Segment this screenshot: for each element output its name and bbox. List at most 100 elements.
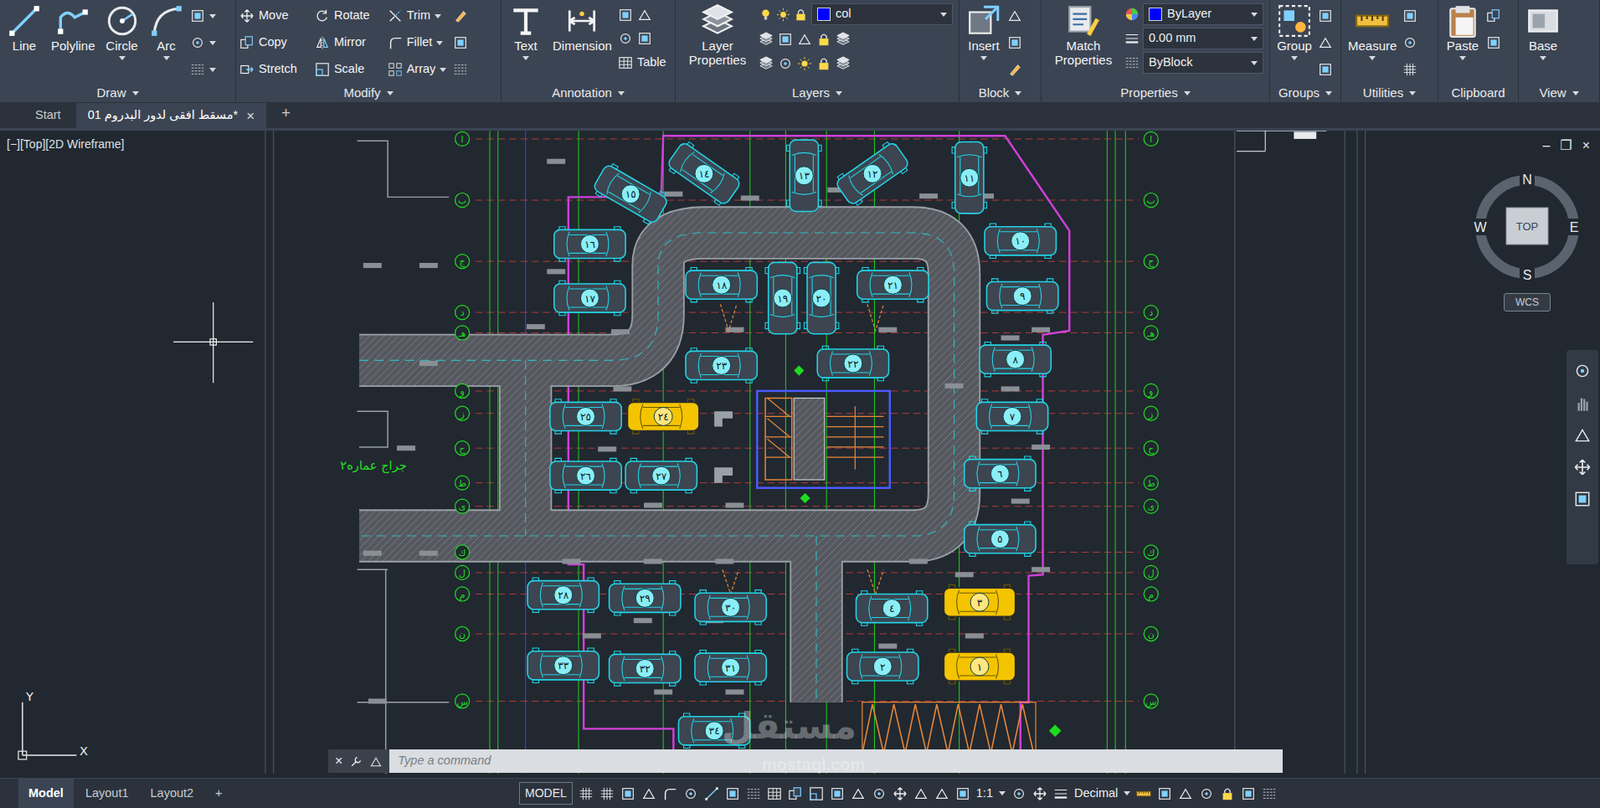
navigation-tool[interactable]	[1573, 457, 1592, 477]
ribbon-button[interactable]: Circle	[101, 3, 144, 61]
annotation-scale[interactable]: 1:1	[976, 784, 993, 803]
status-toggle[interactable]	[599, 784, 615, 803]
ribbon-button[interactable]: Group	[1273, 3, 1316, 61]
command-input[interactable]	[389, 749, 1283, 773]
close-tab-button[interactable]: ×	[246, 108, 255, 124]
status-toggle[interactable]	[1136, 784, 1152, 803]
tool-button[interactable]	[190, 58, 217, 81]
compass-south[interactable]: S	[1522, 267, 1533, 283]
tool-button[interactable]: Mirror	[314, 30, 381, 56]
navigation-tool[interactable]	[1573, 361, 1592, 381]
status-toggle[interactable]	[766, 784, 782, 803]
customize-button[interactable]	[349, 751, 363, 772]
status-toggle[interactable]	[892, 784, 908, 803]
model-space-button[interactable]: MODEL	[519, 781, 573, 805]
file-tab[interactable]: مسقط افقى لدور البدروم 01*×	[76, 102, 267, 129]
navigation-tool[interactable]	[1573, 489, 1592, 509]
tool-button[interactable]: Move	[239, 3, 309, 29]
status-toggle[interactable]	[662, 784, 678, 803]
status-toggle[interactable]	[913, 784, 929, 803]
tool-button[interactable]: Fillet	[387, 30, 448, 56]
close-button[interactable]: ×	[1582, 135, 1590, 156]
tool-button[interactable]	[637, 29, 653, 47]
units-menu[interactable]: Decimal	[1074, 784, 1118, 803]
ribbon-button[interactable]: Line	[3, 3, 46, 61]
navigation-tool[interactable]	[1573, 426, 1592, 445]
ribbon-button[interactable]: Text	[504, 3, 547, 61]
tool-button[interactable]	[190, 31, 217, 54]
layout-tab[interactable]: Layout1	[75, 778, 139, 808]
dropdown-field[interactable]: ByBlock	[1142, 51, 1264, 74]
viewcube-face[interactable]: TOP	[1516, 220, 1539, 233]
status-toggle[interactable]	[725, 784, 741, 803]
status-toggle[interactable]	[787, 784, 803, 803]
tool-button[interactable]	[797, 54, 813, 73]
layout-tab[interactable]: Layout2	[140, 778, 205, 808]
file-tab[interactable]: Start	[23, 102, 73, 129]
ribbon-button[interactable]: Base	[1522, 3, 1564, 61]
ribbon-button[interactable]: Polyline	[47, 3, 99, 61]
viewcube-compass[interactable]: TOP N S E W	[1464, 164, 1590, 290]
tool-button[interactable]	[835, 54, 851, 73]
status-toggle[interactable]	[850, 784, 866, 803]
tool-button[interactable]	[777, 54, 793, 73]
tool-button[interactable]: Rotate	[314, 3, 381, 29]
restore-button[interactable]: ❐	[1559, 135, 1572, 156]
status-toggle[interactable]	[1157, 784, 1173, 803]
status-toggle[interactable]	[745, 784, 762, 803]
dropdown-field[interactable]: ByLayer	[1142, 3, 1264, 26]
navigation-tool[interactable]	[1573, 393, 1592, 412]
tool-button[interactable]	[777, 30, 793, 48]
tool-button[interactable]	[452, 30, 474, 56]
tool-button[interactable]	[1402, 58, 1418, 81]
tool-button[interactable]	[190, 5, 217, 27]
tool-button[interactable]	[797, 30, 813, 48]
tool-button[interactable]: Array	[387, 56, 448, 83]
ribbon-button[interactable]: Insert	[962, 3, 1005, 61]
status-toggle[interactable]	[1011, 784, 1027, 803]
ribbon-button[interactable]: Match Properties	[1044, 3, 1122, 75]
ribbon-button[interactable]: Arc	[145, 3, 188, 61]
tool-button[interactable]	[1402, 31, 1418, 54]
tool-button[interactable]: Table	[617, 50, 678, 76]
ribbon-button[interactable]: Layer Properties	[679, 3, 757, 75]
tool-button[interactable]: Stretch	[239, 56, 309, 83]
tool-button[interactable]	[1486, 5, 1502, 27]
compass-east[interactable]: E	[1569, 220, 1580, 235]
tool-button[interactable]: Copy	[239, 30, 309, 56]
status-toggle[interactable]	[1032, 784, 1048, 803]
tool-button[interactable]	[637, 5, 653, 24]
minimize-button[interactable]: –	[1542, 135, 1550, 156]
status-toggle[interactable]	[620, 784, 636, 803]
ribbon-button[interactable]: Measure	[1344, 3, 1400, 61]
command-close-button[interactable]: ×	[334, 751, 343, 772]
tool-button[interactable]	[1007, 5, 1023, 27]
status-toggle[interactable]	[871, 784, 887, 803]
recent-commands-button[interactable]	[369, 751, 383, 772]
tool-button[interactable]	[758, 54, 774, 73]
status-toggle[interactable]	[704, 784, 720, 803]
tool-button[interactable]	[1317, 58, 1333, 81]
status-toggle[interactable]	[1219, 784, 1235, 803]
status-toggle[interactable]	[829, 784, 845, 803]
status-toggle[interactable]	[955, 784, 971, 803]
status-toggle[interactable]	[1053, 784, 1069, 803]
status-toggle[interactable]	[1178, 784, 1194, 803]
status-toggle[interactable]	[578, 784, 594, 803]
status-toggle[interactable]	[683, 784, 699, 803]
tool-button[interactable]	[617, 29, 633, 47]
tool-button[interactable]	[816, 54, 832, 73]
tool-button[interactable]	[1402, 5, 1418, 27]
tool-button[interactable]: Trim	[387, 3, 448, 29]
status-toggle[interactable]	[934, 784, 950, 803]
layout-tab[interactable]: Model	[18, 778, 74, 808]
new-tab-button[interactable]: +	[269, 97, 303, 129]
status-toggle[interactable]	[808, 784, 824, 803]
compass-north[interactable]: N	[1522, 172, 1533, 187]
tool-button[interactable]	[452, 3, 474, 29]
tool-button[interactable]	[1007, 31, 1023, 54]
drawing-viewport[interactable]: ١٥١٤١٣١٢١١١٦١٧١٠٩١٨١٩٢٠٢١٢٣٢٢٨٢٥٢٤٧٢٦٢٧٦…	[0, 130, 1600, 778]
tool-button[interactable]	[1317, 5, 1333, 27]
tool-button[interactable]: Scale	[314, 56, 381, 83]
compass-west[interactable]: W	[1473, 220, 1487, 235]
